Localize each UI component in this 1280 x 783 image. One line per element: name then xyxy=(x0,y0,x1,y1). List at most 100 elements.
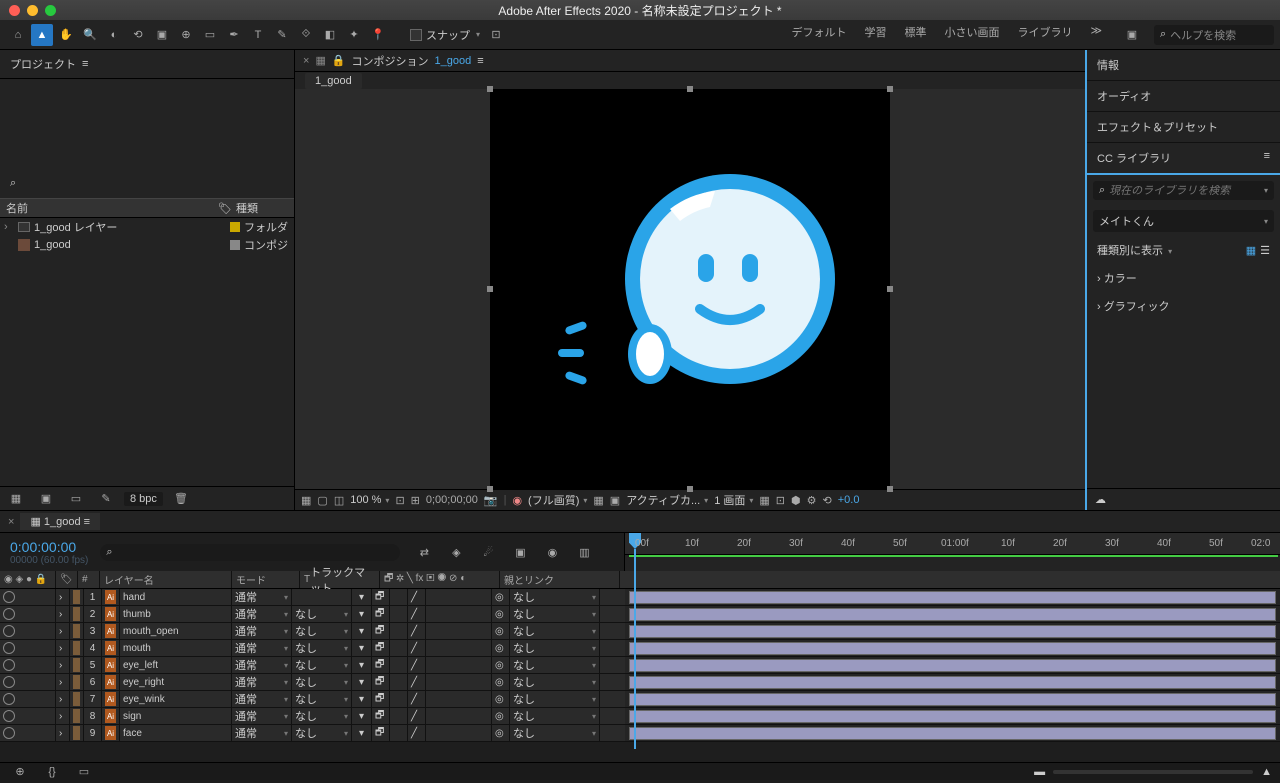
library-sort[interactable]: 種類別に表示 ▾ ▦ ☰ xyxy=(1087,236,1280,264)
zoom-out-icon[interactable]: ▬ xyxy=(1034,766,1045,778)
shape-tool[interactable]: ▭ xyxy=(199,24,221,46)
new-comp-icon[interactable]: ▣ xyxy=(35,488,57,510)
current-time[interactable]: 0:00:00:00 00000 (60.00 fps) xyxy=(10,539,88,566)
ws-default[interactable]: デフォルト xyxy=(791,24,846,46)
comp-name[interactable]: 1_good xyxy=(435,55,472,67)
puppet-tool[interactable]: 📍 xyxy=(367,24,389,46)
layer-bar[interactable] xyxy=(629,727,1276,740)
project-item-folder[interactable]: › 1_good レイヤー フォルダ xyxy=(0,218,294,236)
project-item-comp[interactable]: 1_good コンポジ xyxy=(0,236,294,254)
label-color[interactable] xyxy=(73,675,80,689)
view-dropdown[interactable]: 1 画面▾ xyxy=(714,492,753,508)
layer-bar[interactable] xyxy=(629,608,1276,621)
motion-blur-icon[interactable]: ◉ xyxy=(541,541,563,563)
ws-reset-icon[interactable]: ▣ xyxy=(1121,24,1143,46)
region-icon[interactable]: ▣ xyxy=(610,494,620,507)
zoom-slider[interactable] xyxy=(1053,770,1253,774)
effects-panel[interactable]: エフェクト＆プリセット xyxy=(1087,112,1280,143)
library-dropdown[interactable]: メイトくん▾ xyxy=(1093,210,1274,232)
fast-icon[interactable]: ⊡ xyxy=(776,494,785,507)
label-color[interactable] xyxy=(73,709,80,723)
close-window[interactable] xyxy=(9,5,20,16)
handle[interactable] xyxy=(687,86,693,92)
layer-row[interactable]: › 3 Ai mouth_open 通常▾ なし▾ ▾ 🗗 ╱ ◎ なし▾ xyxy=(0,623,1280,640)
toggle-switches-icon[interactable]: ⊕ xyxy=(9,761,31,783)
label-color[interactable] xyxy=(73,590,80,604)
handle[interactable] xyxy=(887,486,893,492)
brace-icon[interactable]: {} xyxy=(41,761,63,783)
layer-row[interactable]: › 4 Ai mouth 通常▾ なし▾ ▾ 🗗 ╱ ◎ なし▾ xyxy=(0,640,1280,657)
label-color[interactable] xyxy=(73,624,80,638)
eraser-tool[interactable]: ◧ xyxy=(319,24,341,46)
trash-icon[interactable]: 🗑 xyxy=(170,488,192,510)
label-color[interactable] xyxy=(73,658,80,672)
label-color[interactable] xyxy=(73,692,80,706)
comp-tab[interactable]: 1_good xyxy=(305,73,362,89)
snapshot-icon[interactable]: 📷 xyxy=(484,494,498,507)
hand-tool[interactable]: ✋ xyxy=(55,24,77,46)
handle[interactable] xyxy=(887,286,893,292)
shy-icon[interactable]: ☄ xyxy=(477,541,499,563)
zoom-dropdown[interactable]: 100 %▾ xyxy=(350,494,389,506)
interpret-icon[interactable]: ▦ xyxy=(5,488,27,510)
handle[interactable] xyxy=(487,286,493,292)
playhead[interactable] xyxy=(634,549,636,749)
visibility-icon[interactable] xyxy=(3,591,15,603)
timecode[interactable]: 0;00;00;00 xyxy=(426,494,478,506)
project-tab[interactable]: プロジェクト≡ xyxy=(0,50,294,79)
ws-small[interactable]: 小さい画面 xyxy=(944,24,999,46)
layer-bar[interactable] xyxy=(629,642,1276,655)
comp-flowchart-icon[interactable]: ⇄ xyxy=(413,541,435,563)
new-folder-icon[interactable]: ▭ xyxy=(65,488,87,510)
grid-view-icon[interactable]: ▦ xyxy=(1246,244,1256,257)
adjust-icon[interactable]: ✎ xyxy=(95,488,117,510)
visibility-icon[interactable] xyxy=(3,625,15,637)
cat-graphic[interactable]: › グラフィック xyxy=(1087,292,1280,320)
frame-blend-icon[interactable]: ▣ xyxy=(509,541,531,563)
handle[interactable] xyxy=(487,86,493,92)
channel-icon[interactable]: ◉ xyxy=(512,494,522,507)
clone-tool[interactable]: ⟐ xyxy=(295,24,317,46)
ws-more[interactable]: ≫ xyxy=(1090,24,1102,46)
zoom-tool[interactable]: 🔍 xyxy=(79,24,101,46)
list-view-icon[interactable]: ☰ xyxy=(1260,244,1270,257)
ws-standard[interactable]: 標準 xyxy=(904,24,926,46)
label-color[interactable] xyxy=(73,607,80,621)
selection-tool[interactable]: ▲ xyxy=(31,24,53,46)
layer-row[interactable]: › 7 Ai eye_wink 通常▾ なし▾ ▾ 🗗 ╱ ◎ なし▾ xyxy=(0,691,1280,708)
label-color[interactable] xyxy=(73,641,80,655)
layer-row[interactable]: › 9 Ai face 通常▾ なし▾ ▾ 🗗 ╱ ◎ なし▾ xyxy=(0,725,1280,742)
lock-icon[interactable]: 🔒 xyxy=(332,54,346,67)
project-search[interactable]: ⌕ xyxy=(6,175,288,192)
layer-row[interactable]: › 2 Ai thumb 通常▾ なし▾ ▾ 🗗 ╱ ◎ なし▾ xyxy=(0,606,1280,623)
cc-libraries-panel[interactable]: CC ライブラリ≡ xyxy=(1087,143,1280,175)
layer-row[interactable]: › 5 Ai eye_left 通常▾ なし▾ ▾ 🗗 ╱ ◎ なし▾ xyxy=(0,657,1280,674)
handle[interactable] xyxy=(487,486,493,492)
camera-dropdown[interactable]: アクティブカ...▾ xyxy=(626,492,708,508)
layer-row[interactable]: › 6 Ai eye_right 通常▾ なし▾ ▾ 🗗 ╱ ◎ なし▾ xyxy=(0,674,1280,691)
orbit-tool[interactable]: ◐ xyxy=(103,24,125,46)
brush-tool[interactable]: ✎ xyxy=(271,24,293,46)
home-icon[interactable]: ⌂ xyxy=(7,24,29,46)
cat-color[interactable]: › カラー xyxy=(1087,264,1280,292)
mag-icon[interactable]: ▦ xyxy=(301,494,311,507)
res-icon[interactable]: ⊡ xyxy=(395,494,404,507)
quality-dropdown[interactable]: (フル画質)▾ xyxy=(528,492,587,508)
zoom-in-icon[interactable]: ▲ xyxy=(1261,766,1272,778)
audio-panel[interactable]: オーディオ xyxy=(1087,81,1280,112)
layer-bar[interactable] xyxy=(629,625,1276,638)
guides-icon[interactable]: ⊞ xyxy=(411,494,420,507)
transparency-icon[interactable]: ▦ xyxy=(593,494,603,507)
zoom-window[interactable] xyxy=(45,5,56,16)
rotate-tool[interactable]: ⟲ xyxy=(127,24,149,46)
composition-viewer[interactable] xyxy=(295,89,1085,489)
layer-list[interactable]: › 1 Ai hand 通常▾ ▾ 🗗 ╱ ◎ なし▾ › 2 Ai thumb… xyxy=(0,589,1280,762)
snap-toggle[interactable]: スナップ ▾ ⊡ xyxy=(410,24,508,46)
px-icon[interactable]: ▦ xyxy=(759,494,769,507)
col-type[interactable]: 🏷種類 xyxy=(218,200,288,216)
3d-icon[interactable]: ⬢ xyxy=(791,494,801,507)
project-tree[interactable]: › 1_good レイヤー フォルダ 1_good コンポジ xyxy=(0,218,294,486)
ws-library[interactable]: ライブラリ xyxy=(1017,24,1072,46)
refresh-icon[interactable]: ⟲ xyxy=(823,494,832,507)
draft3d-icon[interactable]: ◈ xyxy=(445,541,467,563)
